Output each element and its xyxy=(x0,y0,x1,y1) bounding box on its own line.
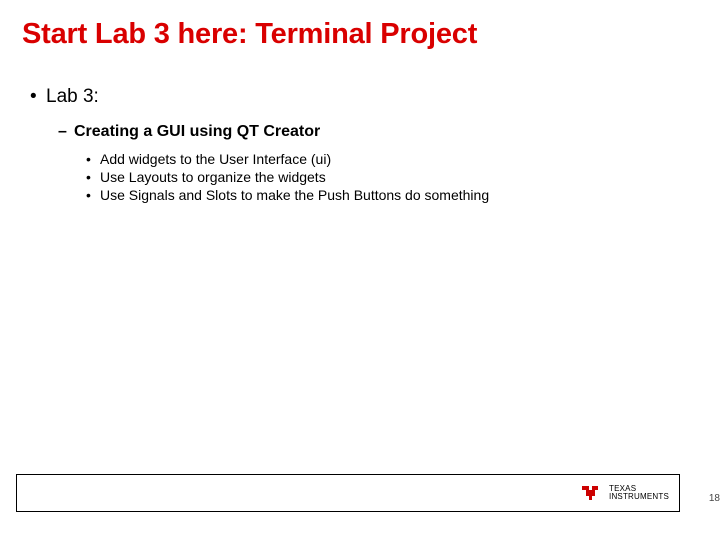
page-number-fragment: 18 xyxy=(709,493,720,504)
bullet-dot-icon: • xyxy=(86,169,100,185)
footer-box: TEXAS INSTRUMENTS xyxy=(16,474,680,512)
ti-logo-icon xyxy=(581,484,603,502)
ti-logo: TEXAS INSTRUMENTS xyxy=(581,484,669,502)
bullet-level2-text: Creating a GUI using QT Creator xyxy=(74,123,320,140)
bullet-dot-icon: • xyxy=(30,86,46,108)
bullet-level3: •Use Signals and Slots to make the Push … xyxy=(86,187,690,203)
slide-body: •Lab 3: –Creating a GUI using QT Creator… xyxy=(30,86,690,205)
bullet-level1: •Lab 3: xyxy=(30,86,690,108)
slide: Start Lab 3 here: Terminal Project •Lab … xyxy=(0,0,720,540)
bullet-dot-icon: • xyxy=(86,187,100,203)
ti-logo-text: TEXAS INSTRUMENTS xyxy=(609,485,669,502)
bullet-dash-icon: – xyxy=(58,123,74,141)
bullet-level3: •Use Layouts to organize the widgets xyxy=(86,169,690,185)
bullet-level3-text: Use Layouts to organize the widgets xyxy=(100,169,326,185)
slide-title: Start Lab 3 here: Terminal Project xyxy=(22,18,477,51)
bullet-level3-text: Add widgets to the User Interface (ui) xyxy=(100,151,331,167)
ti-logo-text-line2: INSTRUMENTS xyxy=(609,493,669,501)
bullet-dot-icon: • xyxy=(86,151,100,167)
bullet-level1-text: Lab 3: xyxy=(46,86,99,107)
bullet-level3: •Add widgets to the User Interface (ui) xyxy=(86,151,690,167)
bullet-level2: –Creating a GUI using QT Creator xyxy=(58,123,690,141)
bullet-level3-text: Use Signals and Slots to make the Push B… xyxy=(100,187,489,203)
